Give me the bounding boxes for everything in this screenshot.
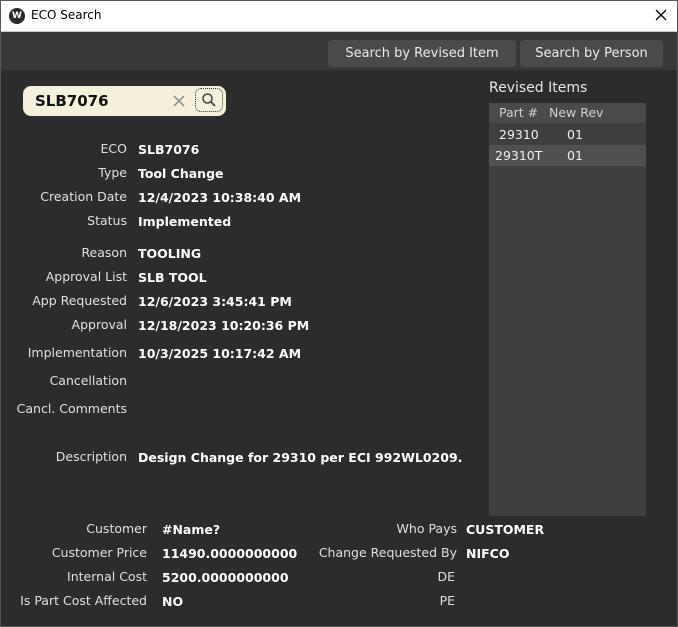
change-requested-by-value: NIFCO xyxy=(466,546,510,561)
reason-label: Reason xyxy=(81,245,127,260)
internal-cost-value: 5200.0000000000 xyxy=(162,570,289,585)
search-by-revised-item-button[interactable]: Search by Revised Item xyxy=(328,40,516,67)
new-rev-column-header[interactable]: New Rev xyxy=(549,105,603,120)
part-number-cell: 29310T xyxy=(495,148,543,163)
creation-date-value: 12/4/2023 10:38:40 AM xyxy=(138,190,302,205)
eco-search-field[interactable]: SLB7076 xyxy=(23,86,226,116)
new-rev-cell: 01 xyxy=(567,148,583,163)
revised-items-title: Revised Items xyxy=(489,80,588,96)
implementation-label: Implementation xyxy=(27,345,127,360)
status-label: Status xyxy=(87,213,127,228)
reason-value: TOOLING xyxy=(138,246,202,261)
creation-date-label: Creation Date xyxy=(40,189,127,204)
cancellation-label: Cancellation xyxy=(49,373,127,388)
magnifier-icon xyxy=(202,93,216,107)
search-by-person-button[interactable]: Search by Person xyxy=(520,40,663,67)
status-value: Implemented xyxy=(138,214,232,229)
description-label: Description xyxy=(55,449,127,464)
customer-label: Customer xyxy=(86,521,147,536)
app-requested-value: 12/6/2023 3:45:41 PM xyxy=(138,294,292,309)
type-label: Type xyxy=(98,165,127,180)
close-icon xyxy=(655,9,667,21)
who-pays-value: CUSTOMER xyxy=(466,522,545,537)
internal-cost-label: Internal Cost xyxy=(67,569,147,584)
revised-items-header: Part # New Rev xyxy=(489,103,646,123)
type-value: Tool Change xyxy=(138,166,224,181)
part-number-column-header[interactable]: Part # xyxy=(499,105,538,120)
eco-label: ECO xyxy=(100,141,127,156)
approval-label: Approval xyxy=(71,317,127,332)
clear-icon[interactable] xyxy=(171,93,187,109)
customer-price-label: Customer Price xyxy=(51,545,147,560)
revised-items-list[interactable]: Part # New Rev 29310 01 29310T 01 xyxy=(489,103,646,516)
search-input-value[interactable]: SLB7076 xyxy=(35,92,109,110)
toolbar: Search by Revised Item Search by Person xyxy=(1,32,677,70)
list-item[interactable]: 29310 01 xyxy=(489,124,646,145)
approval-value: 12/18/2023 10:20:36 PM xyxy=(138,318,310,333)
approval-list-value: SLB TOOL xyxy=(138,270,207,285)
part-number-cell: 29310 xyxy=(499,127,539,142)
customer-value: #Name? xyxy=(162,522,221,537)
is-part-cost-affected-label: Is Part Cost Affected xyxy=(20,593,147,608)
app-icon: W xyxy=(9,8,25,24)
de-label: DE xyxy=(437,569,455,584)
cancl-comments-label: Cancl. Comments xyxy=(16,401,127,416)
window-title: ECO Search xyxy=(31,8,102,22)
change-requested-by-label: Change Requested By xyxy=(318,545,457,560)
pe-label: PE xyxy=(439,593,455,608)
close-button[interactable] xyxy=(645,1,677,31)
description-value: Design Change for 29310 per ECI 992WL020… xyxy=(138,450,463,465)
list-item-selected[interactable]: 29310T 01 xyxy=(489,145,646,166)
title-bar: W ECO Search xyxy=(1,1,677,32)
search-button[interactable] xyxy=(195,88,223,112)
who-pays-label: Who Pays xyxy=(396,521,457,536)
customer-price-value: 11490.0000000000 xyxy=(162,546,298,561)
approval-list-label: Approval List xyxy=(45,269,127,284)
new-rev-cell: 01 xyxy=(567,127,583,142)
implementation-value: 10/3/2025 10:17:42 AM xyxy=(138,346,302,361)
eco-value: SLB7076 xyxy=(138,142,200,157)
app-requested-label: App Requested xyxy=(32,293,127,308)
is-part-cost-affected-value: NO xyxy=(162,594,184,609)
eco-search-window: W ECO Search Search by Revised Item Sear… xyxy=(0,0,678,627)
